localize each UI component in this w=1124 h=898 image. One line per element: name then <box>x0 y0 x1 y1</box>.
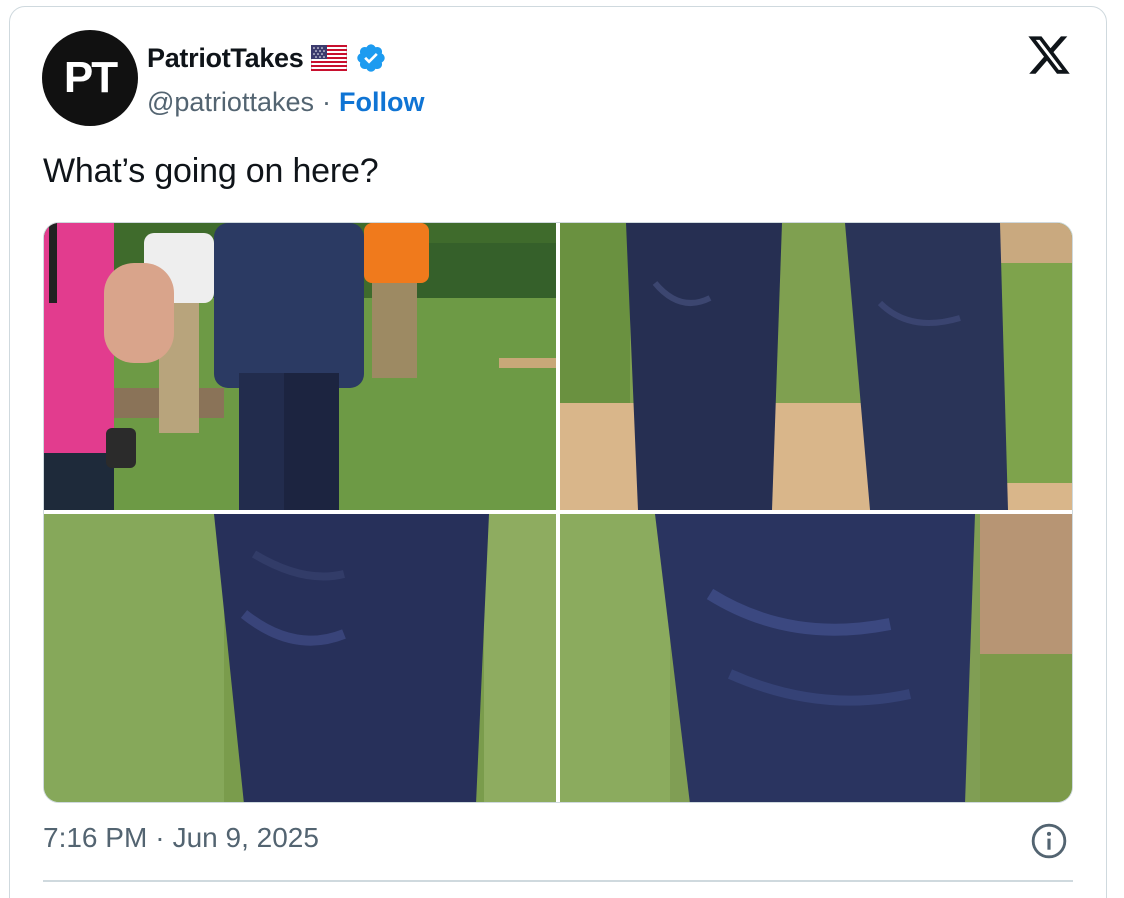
x-logo-icon[interactable] <box>1026 32 1072 78</box>
media-grid <box>43 222 1073 803</box>
tweet-time: 7:16 PM <box>43 822 148 853</box>
display-name[interactable]: PatriotTakes <box>147 43 304 74</box>
info-icon[interactable] <box>1030 822 1068 860</box>
separator-dot: · <box>155 822 165 853</box>
tweet-text: What’s going on here? <box>43 152 379 190</box>
verified-badge-icon[interactable] <box>355 42 387 74</box>
follow-button[interactable]: Follow <box>339 87 424 118</box>
avatar-initials: PT <box>63 53 118 102</box>
timestamp[interactable]: 7:16 PM · Jun 9, 2025 <box>43 822 319 854</box>
photo-tile-3[interactable] <box>44 514 556 802</box>
separator-dot: · <box>321 86 331 117</box>
photo-tile-1[interactable] <box>44 223 556 510</box>
photo-tile-4[interactable] <box>560 514 1072 802</box>
tweet-date: Jun 9, 2025 <box>172 822 319 853</box>
handle-row: @patriottakes · Follow <box>147 84 424 120</box>
divider <box>43 880 1073 882</box>
us-flag-icon <box>311 44 348 72</box>
avatar[interactable]: PT <box>42 30 138 126</box>
handle[interactable]: @patriottakes <box>147 87 314 118</box>
author-name-row: PatriotTakes <box>147 40 387 76</box>
photo-tile-2[interactable] <box>560 223 1072 510</box>
